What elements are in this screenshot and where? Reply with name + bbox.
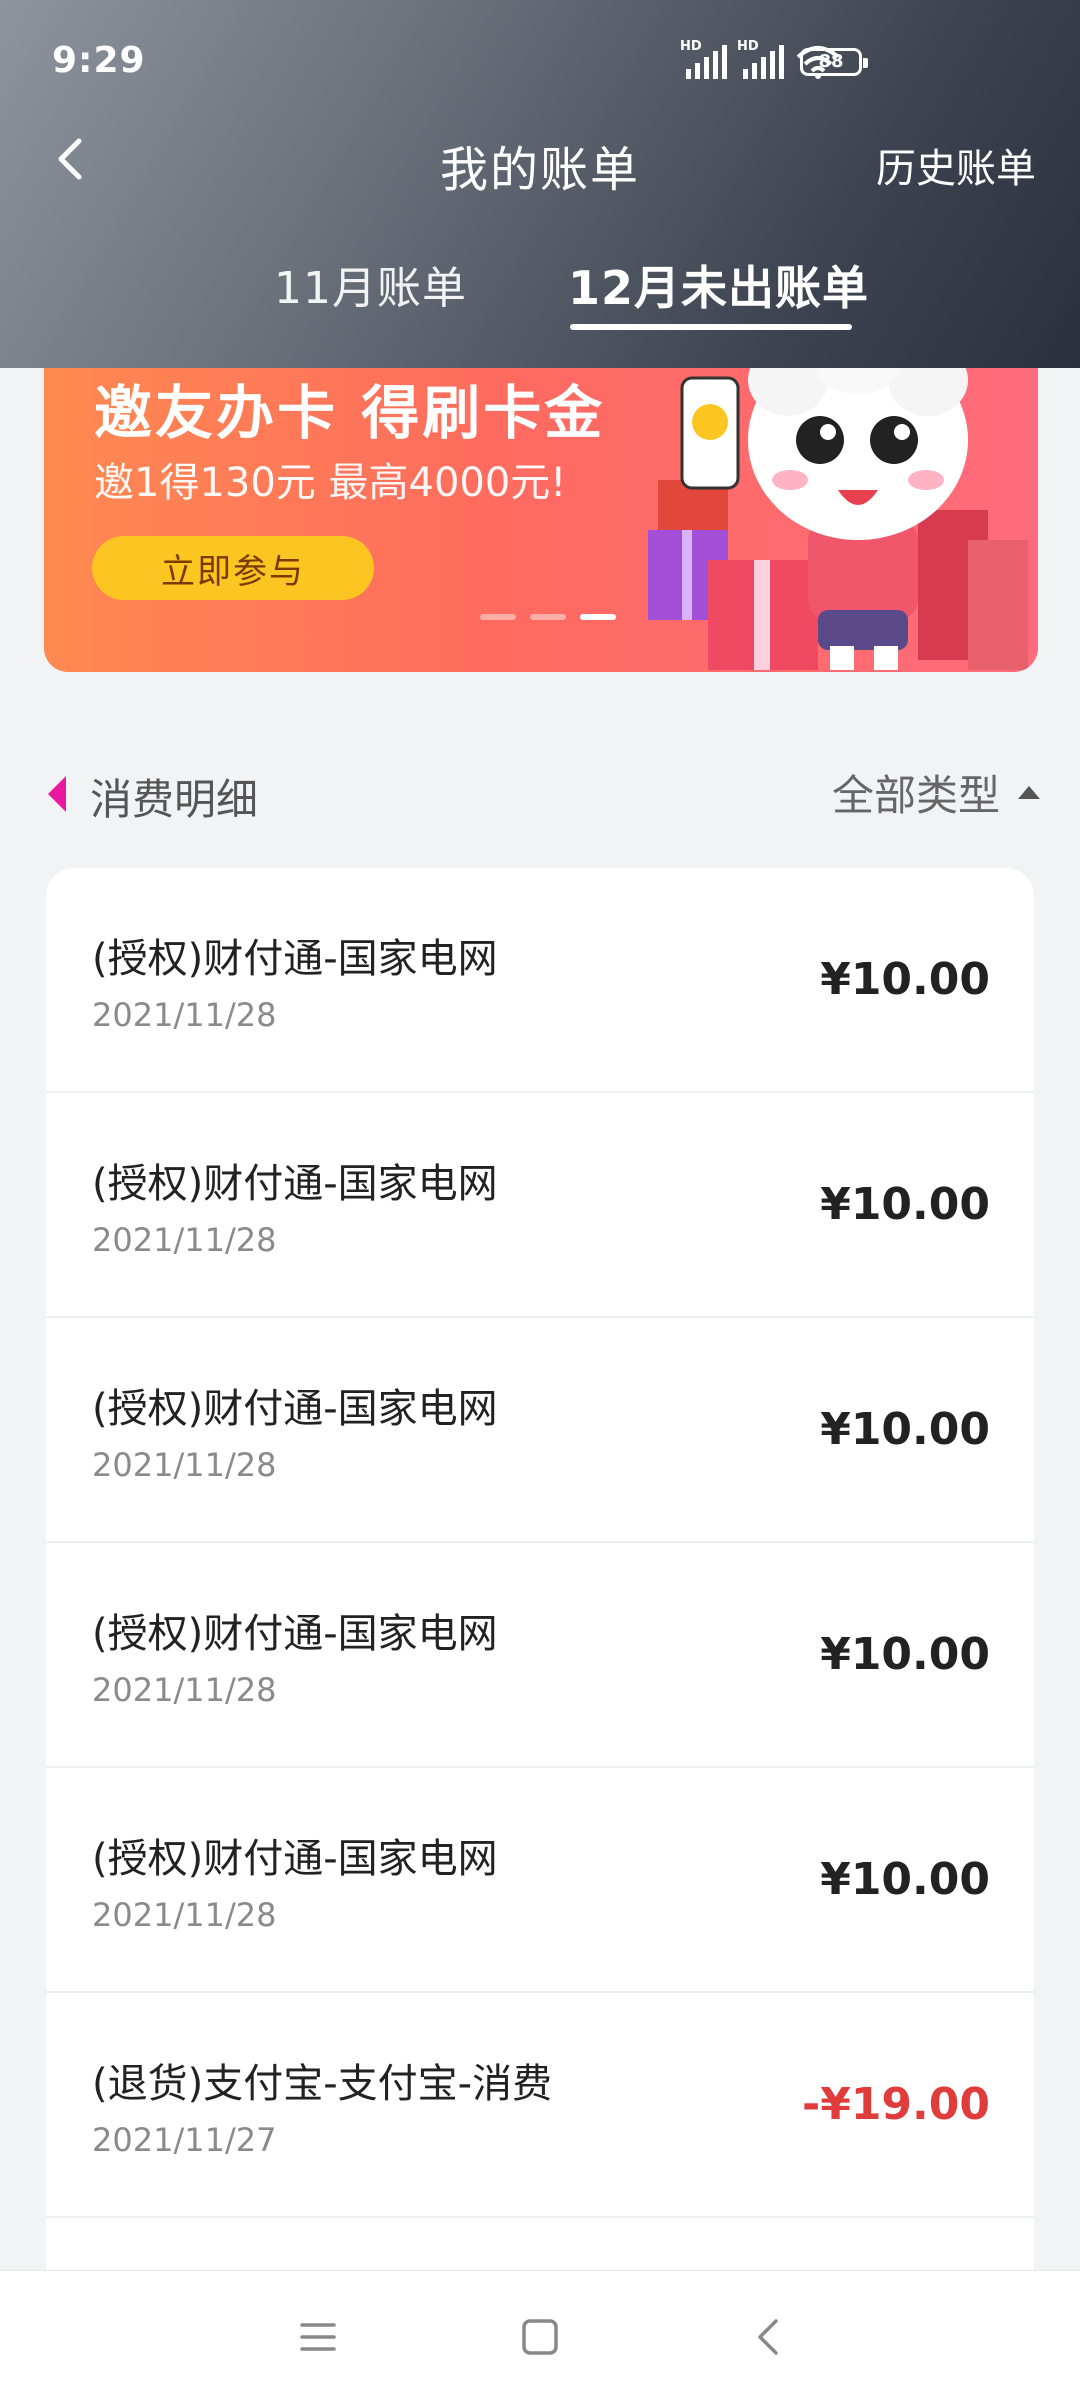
pagination-dot-active [580, 614, 616, 620]
home-icon[interactable] [518, 2315, 562, 2359]
pagination-dot [480, 614, 516, 620]
status-time: 9:29 [52, 40, 146, 81]
transaction-amount: ¥10.00 [820, 1854, 990, 1905]
transaction-row[interactable]: (授权)财付通-国家电网 2021/11/28 ¥10.00 [46, 1768, 1034, 1993]
transaction-date: 2021/11/28 [92, 1896, 277, 1934]
back-nav-icon[interactable] [748, 2315, 792, 2359]
banner-title: 邀友办卡 得刷卡金 [94, 379, 606, 447]
transaction-merchant: (授权)财付通-国家电网 [92, 1611, 498, 1657]
promo-banner[interactable]: 邀友办卡 得刷卡金 邀1得130元 最高4000元! 立即参与 [44, 330, 1038, 672]
transaction-amount: ¥10.00 [820, 1179, 990, 1230]
transaction-amount: ¥10.00 [820, 1404, 990, 1455]
status-bar: 9:29 HD HD 88 [0, 0, 1080, 126]
transaction-merchant: (授权)财付通-国家电网 [92, 1386, 498, 1432]
nav-bar: 我的账单 历史账单 [0, 120, 1080, 200]
filter-label: 全部类型 [831, 770, 1000, 820]
section-title: 消费明细 [90, 775, 259, 824]
section-marker-icon [48, 776, 66, 812]
signal-icon: HD [737, 39, 784, 79]
transaction-row[interactable]: (授权)财付通-国家电网 2021/11/28 ¥10.00 [46, 1318, 1034, 1543]
transaction-amount: ¥10.00 [820, 1629, 990, 1680]
transaction-date: 2021/11/28 [92, 1446, 277, 1484]
transaction-date: 2021/11/28 [92, 1221, 277, 1259]
transaction-date: 2021/11/28 [92, 1671, 277, 1709]
transaction-date: 2021/11/27 [92, 2121, 277, 2159]
join-now-button[interactable]: 立即参与 [92, 536, 374, 600]
transaction-merchant: (授权)财付通-国家电网 [92, 1161, 498, 1207]
mascot-with-gifts-illustration [648, 330, 1028, 670]
transaction-row[interactable]: (授权)财付通-国家电网 2021/11/28 ¥10.00 [46, 1093, 1034, 1318]
section-header: 消费明细 全部类型 [0, 752, 1080, 832]
signal-icon: HD [680, 39, 727, 79]
banner-subtitle: 邀1得130元 最高4000元! [94, 460, 567, 506]
active-tab-indicator [570, 324, 852, 330]
tab-december-unbilled[interactable]: 12月未出账单 [568, 252, 869, 318]
caret-up-icon [1018, 785, 1040, 799]
history-bills-link[interactable]: 历史账单 [876, 136, 1036, 194]
transaction-row[interactable]: (授权)财付通-国家电网 2021/11/28 ¥10.00 [46, 1543, 1034, 1768]
banner-pagination [480, 614, 616, 620]
transaction-merchant: (授权)财付通-国家电网 [92, 1836, 498, 1882]
menu-icon[interactable] [296, 2315, 340, 2359]
transaction-date: 2021/11/28 [92, 996, 277, 1034]
type-filter-dropdown[interactable]: 全部类型 [832, 760, 1040, 824]
transaction-amount-refund: -¥19.00 [801, 2079, 990, 2130]
tab-november-bill[interactable]: 11月账单 [274, 252, 467, 316]
transaction-merchant: (授权)财付通-国家电网 [92, 936, 498, 982]
transaction-merchant: (退货)支付宝-支付宝-消费 [92, 2061, 553, 2107]
transaction-amount: ¥10.00 [820, 954, 990, 1005]
bill-tabs: 11月账单 12月未出账单 [0, 240, 1080, 340]
pagination-dot [530, 614, 566, 620]
transaction-row[interactable]: (退货)支付宝-支付宝-消费 2021/11/27 -¥19.00 [46, 1993, 1034, 2218]
transaction-row[interactable]: (授权)财付通-国家电网 2021/11/28 ¥10.00 [46, 868, 1034, 1093]
transaction-list: (授权)财付通-国家电网 2021/11/28 ¥10.00 (授权)财付通-国… [46, 868, 1034, 2308]
header: 9:29 HD HD 88 我的账单 历史账单 11月账单 12月未出账单 [0, 0, 1080, 368]
system-navigation-bar [0, 2270, 1080, 2400]
battery-icon: 88 [800, 48, 868, 76]
